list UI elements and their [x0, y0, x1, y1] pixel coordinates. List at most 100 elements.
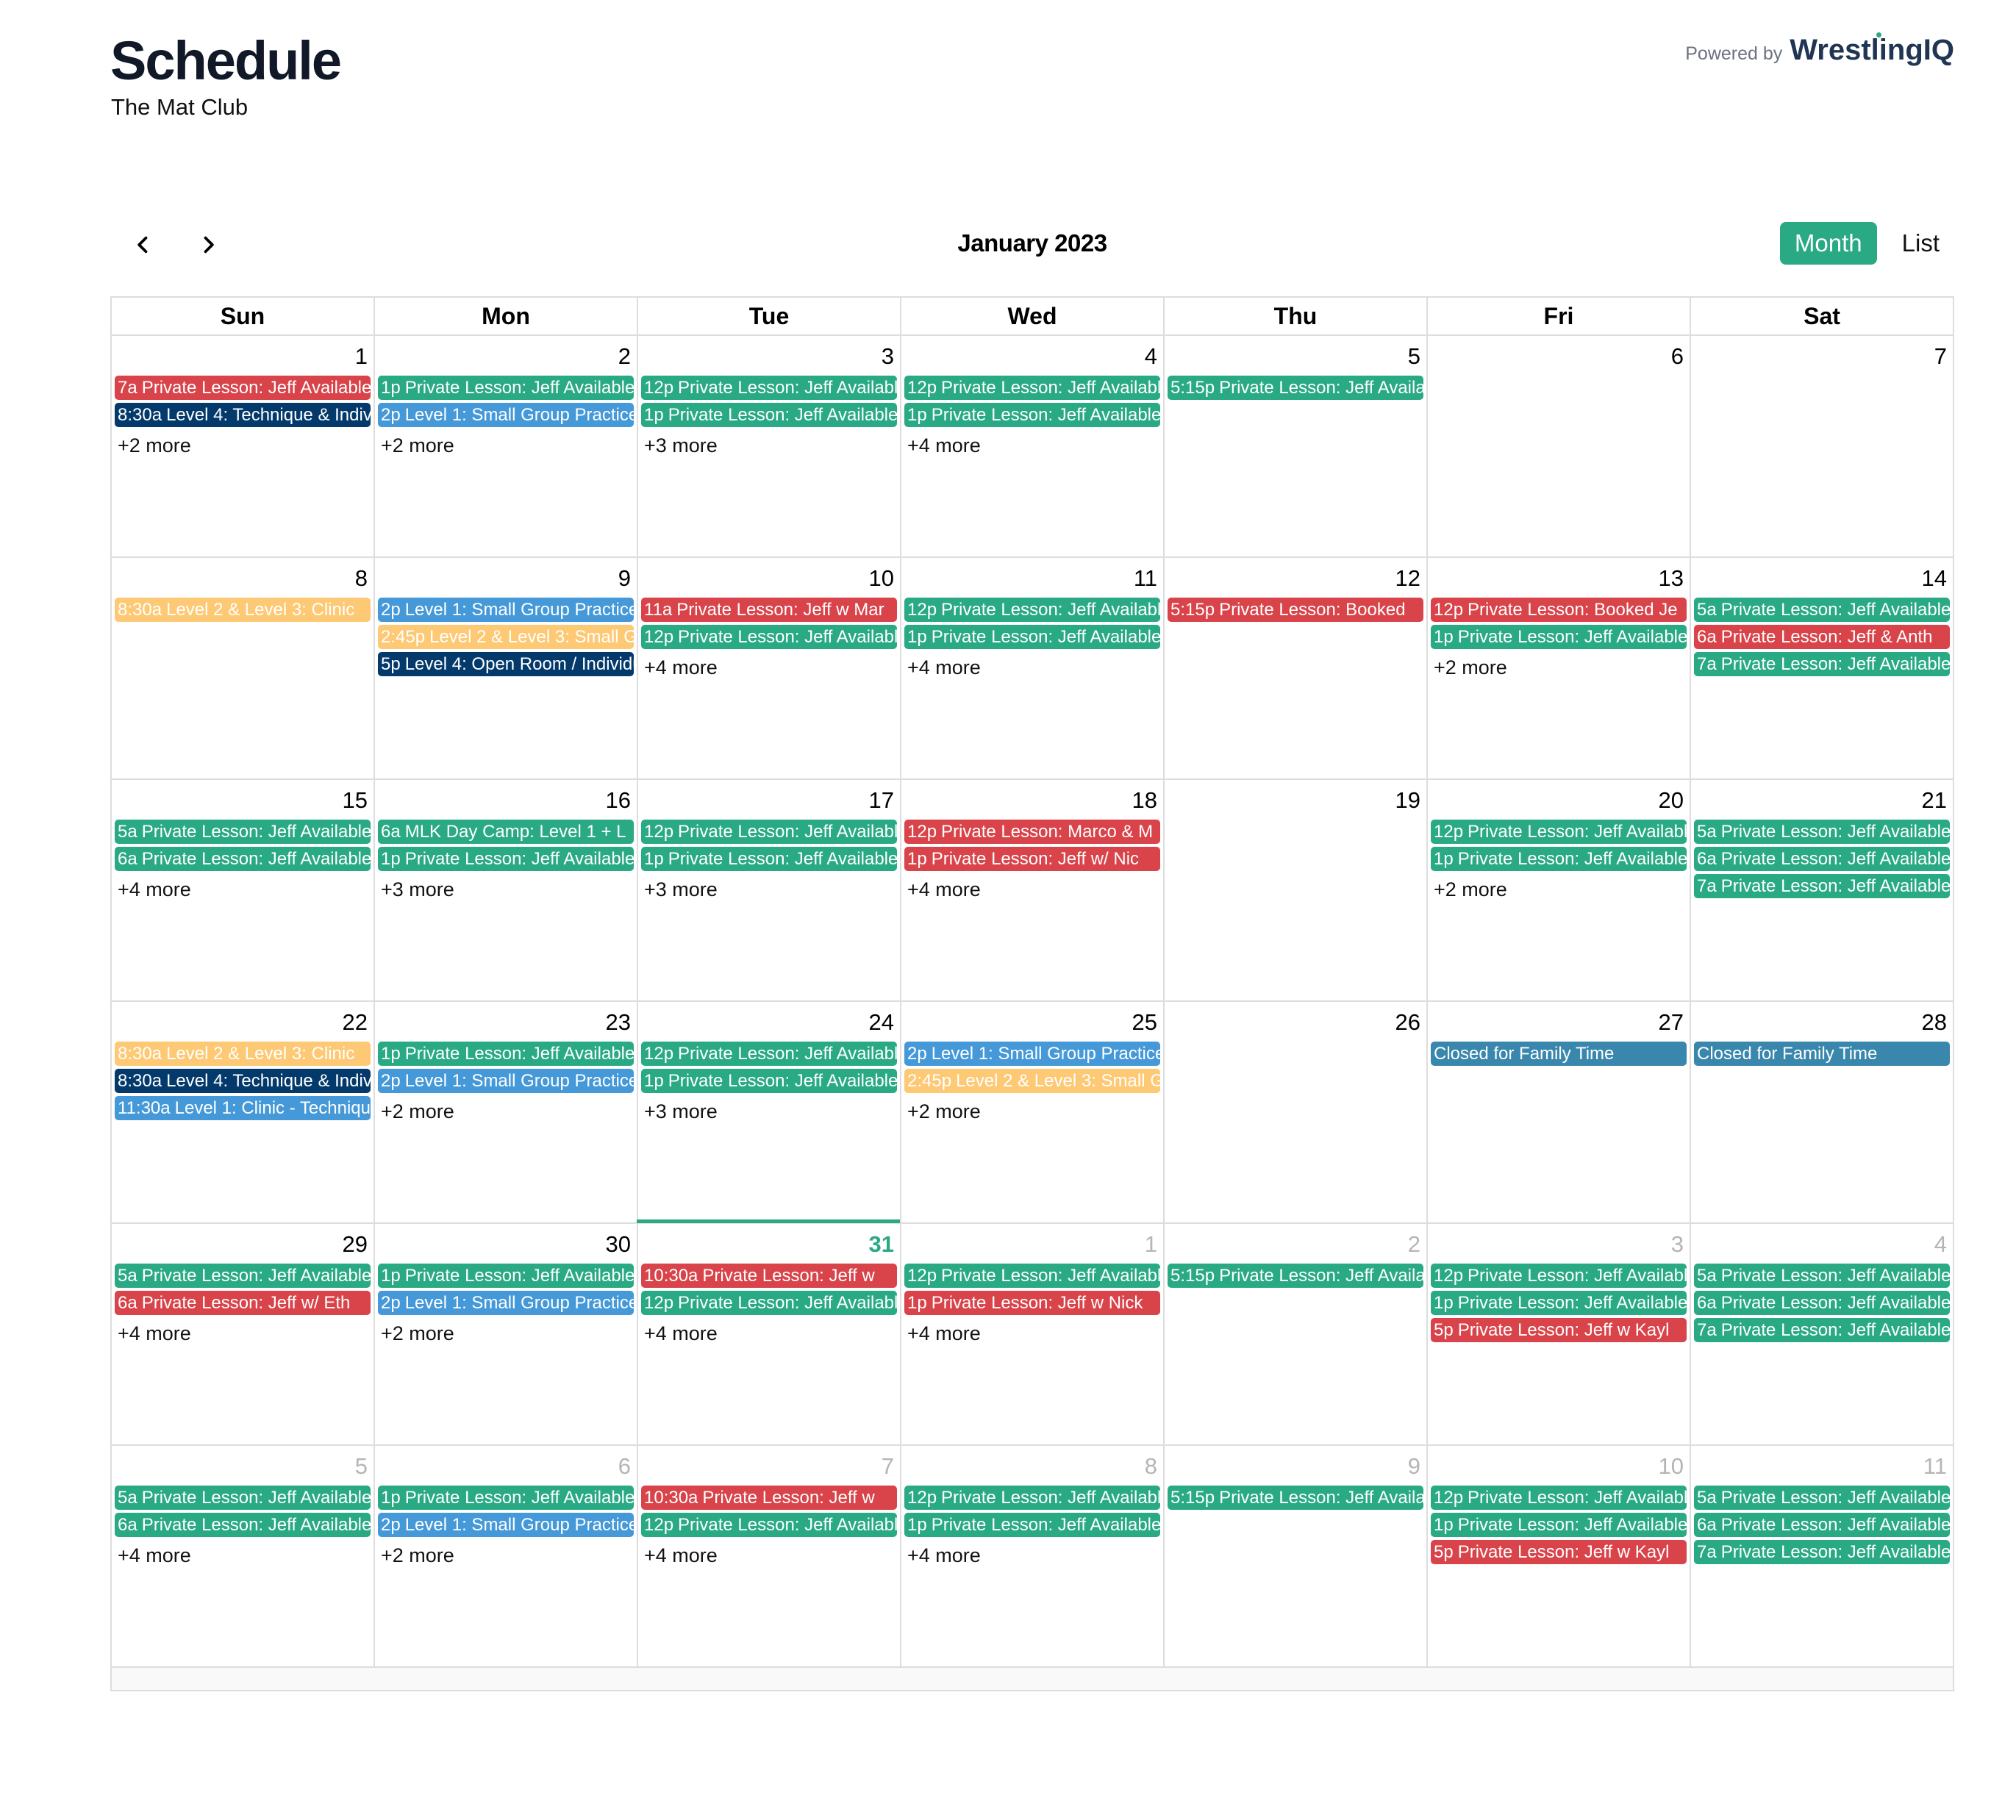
calendar-event[interactable]: 2p Level 1: Small Group Practice [378, 1069, 634, 1093]
day-number[interactable]: 14 [1694, 558, 1950, 593]
calendar-event[interactable]: 7a Private Lesson: Jeff Available [115, 376, 371, 400]
day-cell[interactable]: 18 12p Private Lesson: Marco & M 1p Private … [900, 780, 1163, 1000]
calendar-event[interactable]: 12p Private Lesson: Jeff Available [1431, 1264, 1687, 1288]
calendar-event[interactable]: 2p Level 1: Small Group Practice [378, 598, 634, 622]
day-number[interactable]: 10 [641, 558, 897, 593]
calendar-event[interactable]: 2p Level 1: Small Group Practice [378, 1291, 634, 1315]
powered-by[interactable]: Powered by WrestlingIQ [1685, 32, 1954, 67]
month-view-button[interactable]: Month [1779, 222, 1877, 265]
day-number[interactable]: 7 [641, 1446, 897, 1481]
day-cell[interactable]: 4 5a Private Lesson: Jeff Available 6a Priva… [1690, 1224, 1953, 1444]
day-cell[interactable]: 5 5:15pPrivate Lesson: Jeff Available [1163, 336, 1426, 556]
day-number[interactable]: 21 [1694, 780, 1950, 815]
day-number[interactable]: 26 [1168, 1002, 1423, 1037]
calendar-event[interactable]: 1p Private Lesson: Jeff Available [1431, 1291, 1687, 1315]
calendar-event[interactable]: 1p Private Lesson: Jeff Available [378, 847, 634, 871]
calendar-event[interactable]: 10:30a Private Lesson: Jeff w [641, 1486, 897, 1510]
calendar-event[interactable]: 10:30a Private Lesson: Jeff w [641, 1264, 897, 1288]
day-number[interactable]: 8 [115, 558, 371, 593]
calendar-event[interactable]: 2:45pLevel 2 & Level 3: Small Group [378, 625, 634, 649]
calendar-event[interactable]: 1p Private Lesson: Jeff Available [904, 403, 1160, 427]
calendar-event[interactable]: 5a Private Lesson: Jeff Available [1694, 598, 1950, 622]
calendar-event[interactable]: 5p Level 4: Open Room / Individual [378, 652, 634, 676]
day-number[interactable]: 11 [1694, 1446, 1950, 1481]
calendar-event[interactable]: 1p Private Lesson: Jeff Available [904, 625, 1160, 649]
calendar-event[interactable]: 5a Private Lesson: Jeff Available [1694, 1264, 1950, 1288]
day-number[interactable]: 22 [115, 1002, 371, 1037]
more-events-link[interactable]: +4 more [904, 1318, 1160, 1345]
day-number[interactable]: 16 [378, 780, 634, 815]
calendar-event[interactable]: 1p Private Lesson: Jeff Available [641, 847, 897, 871]
next-month-button[interactable] [190, 226, 226, 263]
day-number[interactable]: 6 [1431, 336, 1687, 371]
day-cell[interactable]: 6 [1426, 336, 1690, 556]
more-events-link[interactable]: +4 more [904, 430, 1160, 457]
day-number[interactable]: 10 [1431, 1446, 1687, 1481]
calendar-event[interactable]: 2p Level 1: Small Group Practice [904, 1042, 1160, 1066]
day-number[interactable]: 5 [115, 1446, 371, 1481]
calendar-event[interactable]: 5:15pPrivate Lesson: Jeff Available [1168, 1486, 1423, 1510]
calendar-event[interactable]: 1p Private Lesson: Jeff Available [378, 1486, 634, 1510]
day-number[interactable]: 30 [378, 1224, 634, 1259]
more-events-link[interactable]: +2 more [904, 1096, 1160, 1123]
calendar-event[interactable]: 6a Private Lesson: Jeff Available [1694, 1513, 1950, 1537]
calendar-event[interactable]: 5a Private Lesson: Jeff Available [115, 1486, 371, 1510]
calendar-event[interactable]: 5a Private Lesson: Jeff Available [115, 820, 371, 844]
calendar-event[interactable]: 6a Private Lesson: Jeff Available [115, 847, 371, 871]
day-cell[interactable]: 1 12p Private Lesson: Jeff Available 1p Priv… [900, 1224, 1163, 1444]
day-number[interactable]: 9 [1168, 1446, 1423, 1481]
day-number[interactable]: 15 [115, 780, 371, 815]
calendar-event[interactable]: 12p Private Lesson: Jeff Available [904, 1264, 1160, 1288]
day-number[interactable]: 7 [1694, 336, 1950, 371]
calendar-event[interactable]: 7a Private Lesson: Jeff Available [1694, 1540, 1950, 1564]
day-number[interactable]: 28 [1694, 1002, 1950, 1037]
day-cell[interactable]: 19 [1163, 780, 1426, 1000]
calendar-event[interactable]: 1p Private Lesson: Jeff w Nick [904, 1291, 1160, 1315]
day-number[interactable]: 25 [904, 1002, 1160, 1037]
day-number[interactable]: 3 [641, 336, 897, 371]
calendar-event[interactable]: 12p Private Lesson: Jeff Available [641, 1513, 897, 1537]
day-number[interactable]: 1 [115, 336, 371, 371]
day-number[interactable]: 6 [378, 1446, 634, 1481]
more-events-link[interactable]: +4 more [115, 1318, 371, 1345]
day-cell[interactable]: 20 12p Private Lesson: Jeff Available 1p Pri… [1426, 780, 1690, 1000]
calendar-event[interactable]: 5a Private Lesson: Jeff Available [1694, 1486, 1950, 1510]
day-number[interactable]: 5 [1168, 336, 1423, 371]
day-cell[interactable]: 26 [1163, 1002, 1426, 1222]
more-events-link[interactable]: +4 more [115, 874, 371, 901]
more-events-link[interactable]: +2 more [1431, 874, 1687, 901]
day-cell[interactable]: 5 5a Private Lesson: Jeff Available 6a Priva… [112, 1446, 373, 1666]
calendar-event[interactable]: 6a Private Lesson: Jeff & Anth [1694, 625, 1950, 649]
more-events-link[interactable]: +3 more [378, 874, 634, 901]
day-number[interactable]: 12 [1168, 558, 1423, 593]
day-number[interactable]: 2 [378, 336, 634, 371]
day-cell[interactable]: 29 5a Private Lesson: Jeff Available 6a Priv… [112, 1224, 373, 1444]
calendar-event[interactable]: Closed for Family Time [1431, 1042, 1687, 1066]
day-cell[interactable]: 3 12p Private Lesson: Jeff Available 1p Priv… [1426, 1224, 1690, 1444]
more-events-link[interactable]: +4 more [904, 874, 1160, 901]
day-cell[interactable]: 7 10:30a Private Lesson: Jeff w 12p Private … [637, 1446, 900, 1666]
day-number[interactable]: 19 [1168, 780, 1423, 815]
calendar-event[interactable]: 2:45pLevel 2 & Level 3: Small Group [904, 1069, 1160, 1093]
day-cell[interactable]: 10 11a Private Lesson: Jeff w Mar 12p Privat… [637, 558, 900, 778]
calendar-event[interactable]: 12p Private Lesson: Jeff Available [641, 1042, 897, 1066]
calendar-event[interactable]: 8:30aLevel 4: Technique & Individual [115, 1069, 371, 1093]
calendar-event[interactable]: 5:15p Private Lesson: Booked [1168, 598, 1423, 622]
day-cell[interactable]: 15 5a Private Lesson: Jeff Available 6a Priv… [112, 780, 373, 1000]
calendar-event[interactable]: 7a Private Lesson: Jeff Available [1694, 1318, 1950, 1342]
day-cell[interactable]: 4 12p Private Lesson: Jeff Available 1p Priv… [900, 336, 1163, 556]
day-number[interactable]: 31 [641, 1224, 897, 1259]
day-number[interactable]: 11 [904, 558, 1160, 593]
calendar-event[interactable]: 6a MLK Day Camp: Level 1 + L [378, 820, 634, 844]
calendar-event[interactable]: 5:15pPrivate Lesson: Jeff Available [1168, 376, 1423, 400]
calendar-event[interactable]: 12p Private Lesson: Jeff Available [641, 376, 897, 400]
more-events-link[interactable]: +2 more [378, 1540, 634, 1567]
day-cell[interactable]: 9 2p Level 1: Small Group Practice 2:45p Lev… [373, 558, 637, 778]
day-number[interactable]: 3 [1431, 1224, 1687, 1259]
day-cell[interactable]: 27 Closed for Family Time [1426, 1002, 1690, 1222]
more-events-link[interactable]: +3 more [641, 874, 897, 901]
more-events-link[interactable]: +4 more [641, 1540, 897, 1567]
calendar-event[interactable]: 8:30aLevel 4: Technique & Individual [115, 403, 371, 427]
calendar-event[interactable]: 12p Private Lesson: Jeff Available [641, 625, 897, 649]
day-number[interactable]: 20 [1431, 780, 1687, 815]
